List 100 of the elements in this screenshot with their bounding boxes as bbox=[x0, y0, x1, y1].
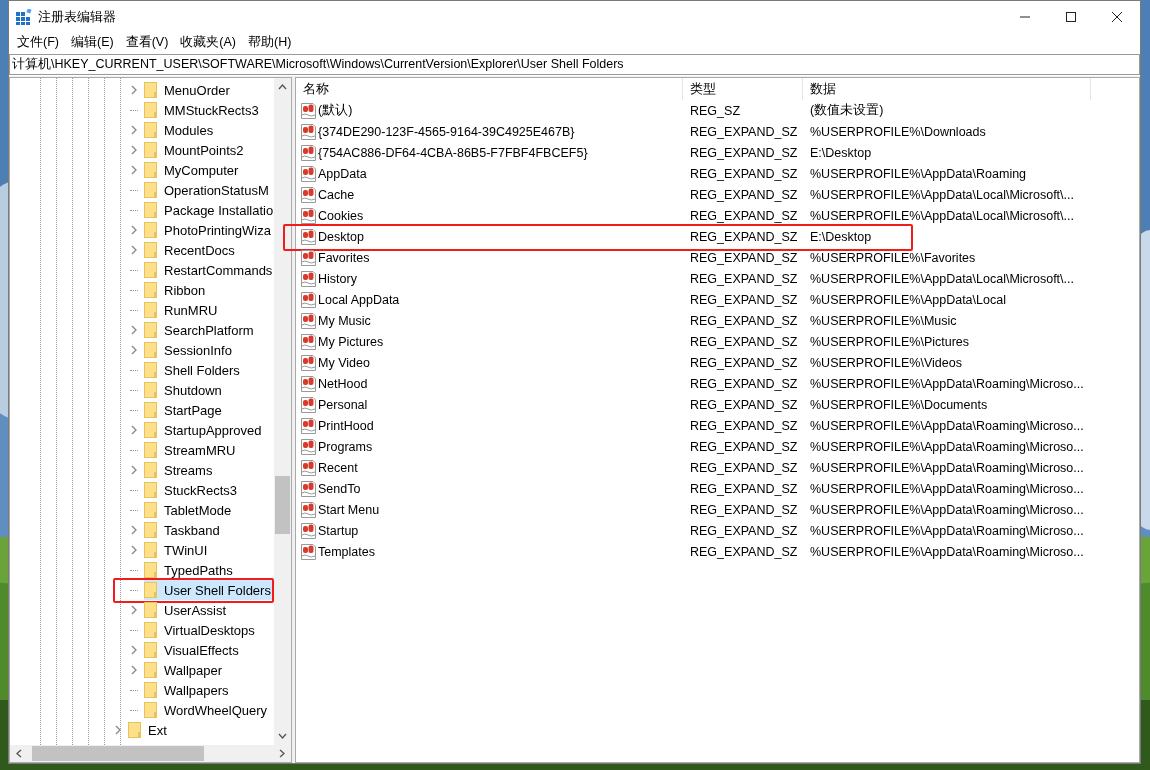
tree-item[interactable]: WordWheelQuery bbox=[144, 700, 272, 720]
chevron-icon[interactable] bbox=[114, 725, 122, 735]
chevron-icon[interactable] bbox=[130, 425, 138, 435]
table-row[interactable]: Favorites REG_EXPAND_SZ %USERPROFILE%\Favorites bbox=[296, 247, 1139, 268]
menu-item[interactable]: 收藏夹(A) bbox=[174, 33, 242, 51]
table-row[interactable]: Programs REG_EXPAND_SZ %USERPROFILE%\AppData\Roaming\Microso... bbox=[296, 436, 1139, 457]
chevron-icon[interactable] bbox=[130, 165, 138, 175]
tree-item[interactable]: TypedPaths bbox=[144, 560, 237, 580]
chevron-icon[interactable] bbox=[130, 465, 138, 475]
table-row[interactable]: AppData REG_EXPAND_SZ %USERPROFILE%\AppData\Roaming bbox=[296, 163, 1139, 184]
column-header[interactable]: 数据 bbox=[803, 78, 1091, 100]
table-row[interactable]: NetHood REG_EXPAND_SZ %USERPROFILE%\AppData\Roaming\Microso... bbox=[296, 373, 1139, 394]
chevron-icon[interactable] bbox=[130, 545, 138, 555]
chevron-icon[interactable] bbox=[130, 325, 138, 335]
tree-item[interactable]: MMStuckRects3 bbox=[144, 100, 263, 120]
chevron-icon[interactable] bbox=[130, 645, 138, 655]
column-header[interactable]: 名称 bbox=[296, 78, 683, 100]
folder-icon bbox=[144, 402, 158, 418]
chevron-icon[interactable] bbox=[130, 245, 138, 255]
table-row[interactable]: {374DE290-123F-4565-9164-39C4925E467B} REG_EXPAND_SZ %USERPROFILE%\Downloads bbox=[296, 121, 1139, 142]
menu-item[interactable]: 帮助(H) bbox=[242, 33, 298, 51]
scrollbar-thumb[interactable] bbox=[275, 475, 290, 534]
table-row[interactable]: Start Menu REG_EXPAND_SZ %USERPROFILE%\AppData\Roaming\Microso... bbox=[296, 499, 1139, 520]
table-row[interactable]: {754AC886-DF64-4CBA-86B5-F7FBF4FBCEF5} REG_EXPAND_SZ E:\Desktop bbox=[296, 142, 1139, 163]
tree-item[interactable]: Streams bbox=[144, 460, 217, 480]
table-cell: Cookies bbox=[296, 205, 683, 226]
horizontal-scrollbar[interactable] bbox=[10, 745, 291, 762]
tree-item[interactable]: User Shell Folders bbox=[144, 580, 274, 600]
table-row[interactable]: Local AppData REG_EXPAND_SZ %USERPROFILE%\AppData\Local bbox=[296, 289, 1139, 310]
folder-icon bbox=[144, 662, 158, 678]
tree-item[interactable]: RunMRU bbox=[144, 300, 222, 320]
table-row[interactable]: Cookies REG_EXPAND_SZ %USERPROFILE%\AppData\Local\Microsoft\... bbox=[296, 205, 1139, 226]
table-cell-text: REG_EXPAND_SZ bbox=[689, 186, 799, 204]
folder-icon bbox=[144, 162, 158, 178]
table-row[interactable]: Startup REG_EXPAND_SZ %USERPROFILE%\AppData\Roaming\Microso... bbox=[296, 520, 1139, 541]
tree-item[interactable]: RestartCommands bbox=[144, 260, 274, 280]
tree-item[interactable]: Modules bbox=[144, 120, 218, 140]
table-row[interactable]: SendTo REG_EXPAND_SZ %USERPROFILE%\AppData\Roaming\Microso... bbox=[296, 478, 1139, 499]
chevron-icon[interactable] bbox=[130, 605, 138, 615]
table-row[interactable]: My Pictures REG_EXPAND_SZ %USERPROFILE%\Pictures bbox=[296, 331, 1139, 352]
table-row[interactable]: Cache REG_EXPAND_SZ %USERPROFILE%\AppData\Local\Microsoft\... bbox=[296, 184, 1139, 205]
tree-item[interactable]: TabletMode bbox=[144, 500, 236, 520]
tree-item[interactable]: Shell Folders bbox=[144, 360, 244, 380]
tree-item[interactable]: Taskband bbox=[144, 520, 224, 540]
table-row[interactable]: Personal REG_EXPAND_SZ %USERPROFILE%\Documents bbox=[296, 394, 1139, 415]
tree-item[interactable]: VirtualDesktops bbox=[144, 620, 259, 640]
chevron-icon[interactable] bbox=[130, 85, 138, 95]
chevron-icon[interactable] bbox=[130, 145, 138, 155]
folder-icon bbox=[144, 542, 158, 558]
table-row[interactable]: Desktop REG_EXPAND_SZ E:\Desktop bbox=[296, 226, 1139, 247]
chevron-icon[interactable] bbox=[130, 525, 138, 535]
table-cell: Recent bbox=[296, 457, 683, 478]
tree-item[interactable]: PhotoPrintingWiza bbox=[144, 220, 274, 240]
tree-item[interactable]: TWinUI bbox=[144, 540, 212, 560]
table-row[interactable]: Templates REG_EXPAND_SZ %USERPROFILE%\AppData\Roaming\Microso... bbox=[296, 541, 1139, 562]
column-header[interactable]: 类型 bbox=[683, 78, 803, 100]
tree-item[interactable]: StreamMRU bbox=[144, 440, 240, 460]
tree-item[interactable]: Ext bbox=[128, 720, 171, 740]
table-row[interactable]: My Video REG_EXPAND_SZ %USERPROFILE%\Videos bbox=[296, 352, 1139, 373]
chevron-icon[interactable] bbox=[130, 345, 138, 355]
table-cell-text: %USERPROFILE%\Music bbox=[809, 312, 958, 330]
tree-item[interactable]: MountPoints2 bbox=[144, 140, 248, 160]
folder-icon bbox=[144, 522, 158, 538]
tree-item[interactable]: OperationStatusM bbox=[144, 180, 273, 200]
tree-item[interactable]: StartupApproved bbox=[144, 420, 266, 440]
tree-item[interactable]: UserAssist bbox=[144, 600, 231, 620]
table-row[interactable]: Recent REG_EXPAND_SZ %USERPROFILE%\AppData\Roaming\Microso... bbox=[296, 457, 1139, 478]
tree-item[interactable]: VisualEffects bbox=[144, 640, 243, 660]
tree-item[interactable]: Ribbon bbox=[144, 280, 210, 300]
menu-item[interactable]: 查看(V) bbox=[119, 33, 175, 51]
string-value-icon bbox=[301, 102, 316, 119]
table-row[interactable]: My Music REG_EXPAND_SZ %USERPROFILE%\Music bbox=[296, 310, 1139, 331]
folder-icon bbox=[144, 602, 158, 618]
table-row[interactable]: (默认) REG_SZ (数值未设置) bbox=[296, 100, 1139, 121]
tree-item[interactable]: RecentDocs bbox=[144, 240, 239, 260]
chevron-icon[interactable] bbox=[130, 225, 138, 235]
table-cell-text: REG_EXPAND_SZ bbox=[689, 396, 799, 414]
tree-item[interactable]: Wallpaper bbox=[144, 660, 227, 680]
menu-item[interactable]: 编辑(E) bbox=[64, 33, 120, 51]
tree-item[interactable]: StartPage bbox=[144, 400, 226, 420]
folder-icon bbox=[128, 722, 142, 738]
tree-item[interactable]: MyComputer bbox=[144, 160, 243, 180]
tree-item[interactable]: Package Installatio bbox=[144, 200, 274, 220]
chevron-icon[interactable] bbox=[130, 125, 138, 135]
vertical-scrollbar[interactable] bbox=[274, 78, 291, 745]
menu-item[interactable]: 文件(F) bbox=[11, 33, 65, 51]
tree-item[interactable]: SessionInfo bbox=[144, 340, 236, 360]
table-row[interactable]: History REG_EXPAND_SZ %USERPROFILE%\AppData\Local\Microsoft\... bbox=[296, 268, 1139, 289]
tree-item[interactable]: SearchPlatform bbox=[144, 320, 258, 340]
tree-item[interactable]: Shutdown bbox=[144, 380, 226, 400]
folder-icon bbox=[144, 382, 158, 398]
scrollbar-thumb[interactable] bbox=[32, 746, 204, 761]
chevron-icon[interactable] bbox=[130, 665, 138, 675]
tree-item[interactable]: MenuOrder bbox=[144, 80, 234, 100]
table-cell: AppData bbox=[296, 163, 683, 184]
table-row[interactable]: PrintHood REG_EXPAND_SZ %USERPROFILE%\AppData\Roaming\Microso... bbox=[296, 415, 1139, 436]
address-field[interactable]: 计算机\HKEY_CURRENT_USER\SOFTWARE\Microsoft\Windows\CurrentVersion\Explorer\User Shell Folders bbox=[9, 54, 1140, 75]
table-cell-text: REG_EXPAND_SZ bbox=[689, 522, 799, 540]
tree-item[interactable]: Wallpapers bbox=[144, 680, 233, 700]
tree-item[interactable]: StuckRects3 bbox=[144, 480, 241, 500]
